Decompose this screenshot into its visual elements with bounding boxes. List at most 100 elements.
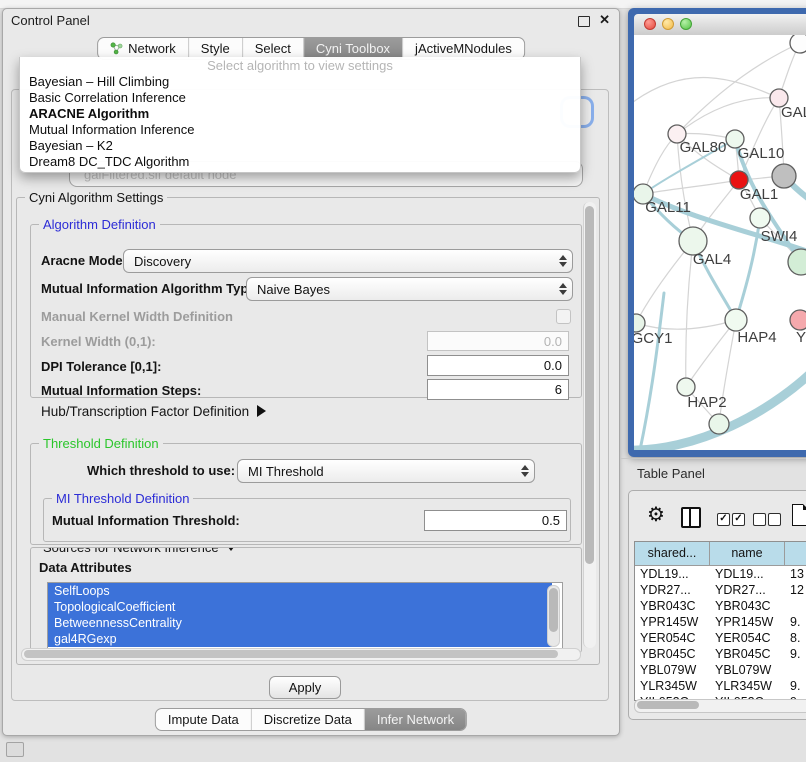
mi-threshold-definition-group: MI Threshold Definition Mutual Informati…: [43, 498, 571, 542]
tab-cyni-toolbox[interactable]: Cyni Toolbox: [303, 38, 402, 59]
hub-transcription-section-toggle[interactable]: Hub/Transcription Factor Definition: [41, 403, 266, 421]
table-cell: YBL079W: [710, 662, 785, 678]
table-cell: 12: [785, 582, 806, 598]
network-edge[interactable]: [640, 293, 664, 450]
docked-panel-icon[interactable]: [6, 742, 24, 757]
checked-checkbox-icon[interactable]: ✓: [717, 513, 730, 526]
close-traffic-light-icon[interactable]: [644, 18, 656, 30]
table-row[interactable]: YLR345WYLR345W9.: [635, 678, 806, 694]
table-horizontal-scrollbar-thumb[interactable]: [637, 701, 699, 709]
dpi-tolerance-input[interactable]: 0.0: [427, 355, 569, 376]
bottom-tab-infer-network[interactable]: Infer Network: [364, 709, 466, 730]
algorithm-dropdown-item[interactable]: Bayesian – K2: [20, 138, 580, 154]
settings-vertical-scrollbar-thumb[interactable]: [585, 206, 594, 564]
network-edge[interactable]: [643, 180, 739, 194]
data-attribute-list-item[interactable]: gal4RGexp: [48, 631, 552, 647]
network-edge[interactable]: [677, 98, 779, 134]
minimize-traffic-light-icon[interactable]: [662, 18, 674, 30]
network-window-titlebar[interactable]: [634, 14, 806, 36]
mi-threshold-definition-title: MI Threshold Definition: [52, 491, 193, 506]
table-header-cell[interactable]: [785, 542, 806, 565]
table-row[interactable]: YDR27...YDR27...12: [635, 582, 806, 598]
cyni-algorithm-settings-group: Cyni Algorithm Settings Algorithm Defini…: [16, 197, 600, 665]
table-cell: YBR043C: [710, 598, 785, 614]
table-cell: 9.: [785, 646, 806, 662]
network-node-label: GAL10: [738, 145, 785, 162]
threshold-definition-title: Threshold Definition: [39, 436, 163, 451]
network-node[interactable]: [790, 35, 806, 53]
control-panel-titlebar[interactable]: Control Panel ✕: [3, 9, 619, 33]
algorithm-dropdown-item[interactable]: Bayesian – Hill Climbing: [20, 74, 580, 90]
table-row[interactable]: YDL19...YDL19...13: [635, 566, 806, 582]
kernel-width-input[interactable]: 0.0: [427, 331, 569, 351]
table-row[interactable]: YBR043CYBR043C: [635, 598, 806, 614]
network-node-swi4[interactable]: [750, 208, 770, 228]
algorithm-dropdown-item[interactable]: Mutual Information Inference: [20, 122, 580, 138]
tab-label: jActiveMNodules: [415, 38, 512, 59]
tab-select[interactable]: Select: [242, 38, 303, 59]
network-edge[interactable]: [634, 78, 779, 109]
data-attribute-list-item[interactable]: BetweennessCentrality: [48, 615, 552, 631]
network-node[interactable]: [772, 164, 796, 188]
threshold-definition-group: Threshold Definition Which threshold to …: [30, 443, 582, 545]
which-threshold-combobox[interactable]: MI Threshold: [237, 459, 535, 483]
network-node-hap4[interactable]: [725, 309, 747, 331]
manual-kernel-width-checkbox[interactable]: [556, 309, 571, 324]
columns-icon[interactable]: [681, 507, 701, 528]
close-icon[interactable]: ✕: [599, 12, 610, 28]
table-row[interactable]: YPR145WYPR145W9.: [635, 614, 806, 630]
bottom-tab-impute-data[interactable]: Impute Data: [156, 709, 251, 730]
algorithm-dropdown-item[interactable]: Dream8 DC_TDC Algorithm: [20, 154, 580, 170]
tab-label: Cyni Toolbox: [316, 38, 390, 59]
mi-algorithm-type-combobox[interactable]: Naive Bayes: [246, 277, 573, 301]
network-edge[interactable]: [686, 320, 736, 387]
settings-vertical-scrollbar[interactable]: [583, 202, 596, 648]
algorithm-dropdown-item[interactable]: ARACNE Algorithm: [20, 106, 580, 122]
network-node[interactable]: [788, 249, 806, 275]
algorithm-dropdown-placeholder: Select algorithm to view settings: [20, 57, 580, 74]
tab-label: Discretize Data: [264, 709, 352, 730]
network-canvas[interactable]: GALGAL80GAL10GAL1GAL11SWI4GAL4GCY1HAP4YH…: [634, 35, 806, 450]
data-attribute-list-item[interactable]: SelfLoops: [48, 583, 552, 599]
tab-network[interactable]: Network: [98, 38, 188, 59]
network-edge[interactable]: [636, 241, 693, 323]
list-scrollbar[interactable]: [547, 585, 560, 647]
network-node-label: GAL80: [680, 139, 727, 156]
settings-horizontal-scrollbar[interactable]: [21, 648, 581, 661]
panel-title: Control Panel: [11, 13, 90, 28]
table-cell: YDL19...: [635, 566, 710, 582]
list-scrollbar-thumb[interactable]: [549, 588, 558, 632]
mi-steps-input[interactable]: 6: [427, 379, 569, 400]
checked-checkbox-icon[interactable]: ✓: [732, 513, 745, 526]
table-header-cell[interactable]: shared...: [635, 542, 710, 565]
algorithm-dropdown-list: Bayesian – Hill ClimbingBasic Correlatio…: [20, 74, 580, 170]
table-cell: YER054C: [710, 630, 785, 646]
table-horizontal-scrollbar[interactable]: [634, 699, 806, 713]
tab-style[interactable]: Style: [188, 38, 242, 59]
float-window-icon[interactable]: [578, 16, 590, 27]
zoom-traffic-light-icon[interactable]: [680, 18, 692, 30]
algorithm-dropdown-item[interactable]: Basic Correlation Inference: [20, 90, 580, 106]
table-row[interactable]: YBR045CYBR045C9.: [635, 646, 806, 662]
network-node[interactable]: [709, 414, 729, 434]
bottom-tab-discretize-data[interactable]: Discretize Data: [251, 709, 364, 730]
mi-threshold-input[interactable]: 0.5: [424, 510, 567, 531]
unchecked-checkbox-icon[interactable]: [753, 513, 766, 526]
data-attribute-list-item[interactable]: TopologicalCoefficient: [48, 599, 552, 615]
tab-label: Impute Data: [168, 709, 239, 730]
unchecked-checkbox-icon[interactable]: [768, 513, 781, 526]
settings-horizontal-scrollbar-thumb[interactable]: [24, 650, 558, 658]
table-row[interactable]: YBL079WYBL079W: [635, 662, 806, 678]
tab-jactivemnodules[interactable]: jActiveMNodules: [402, 38, 524, 59]
document-icon[interactable]: [792, 504, 806, 526]
aracne-mode-combobox[interactable]: Discovery: [123, 249, 573, 273]
tab-label: Infer Network: [377, 709, 454, 730]
apply-button[interactable]: Apply: [269, 676, 341, 699]
table-header-cell[interactable]: name: [710, 542, 785, 565]
table-cell: YER054C: [635, 630, 710, 646]
network-node-label: GAL4: [693, 251, 731, 268]
table-row[interactable]: YER054CYER054C8.: [635, 630, 806, 646]
table-cell: YBR043C: [635, 598, 710, 614]
gear-icon[interactable]: ⚙: [647, 505, 665, 525]
network-node-y[interactable]: [790, 310, 806, 330]
